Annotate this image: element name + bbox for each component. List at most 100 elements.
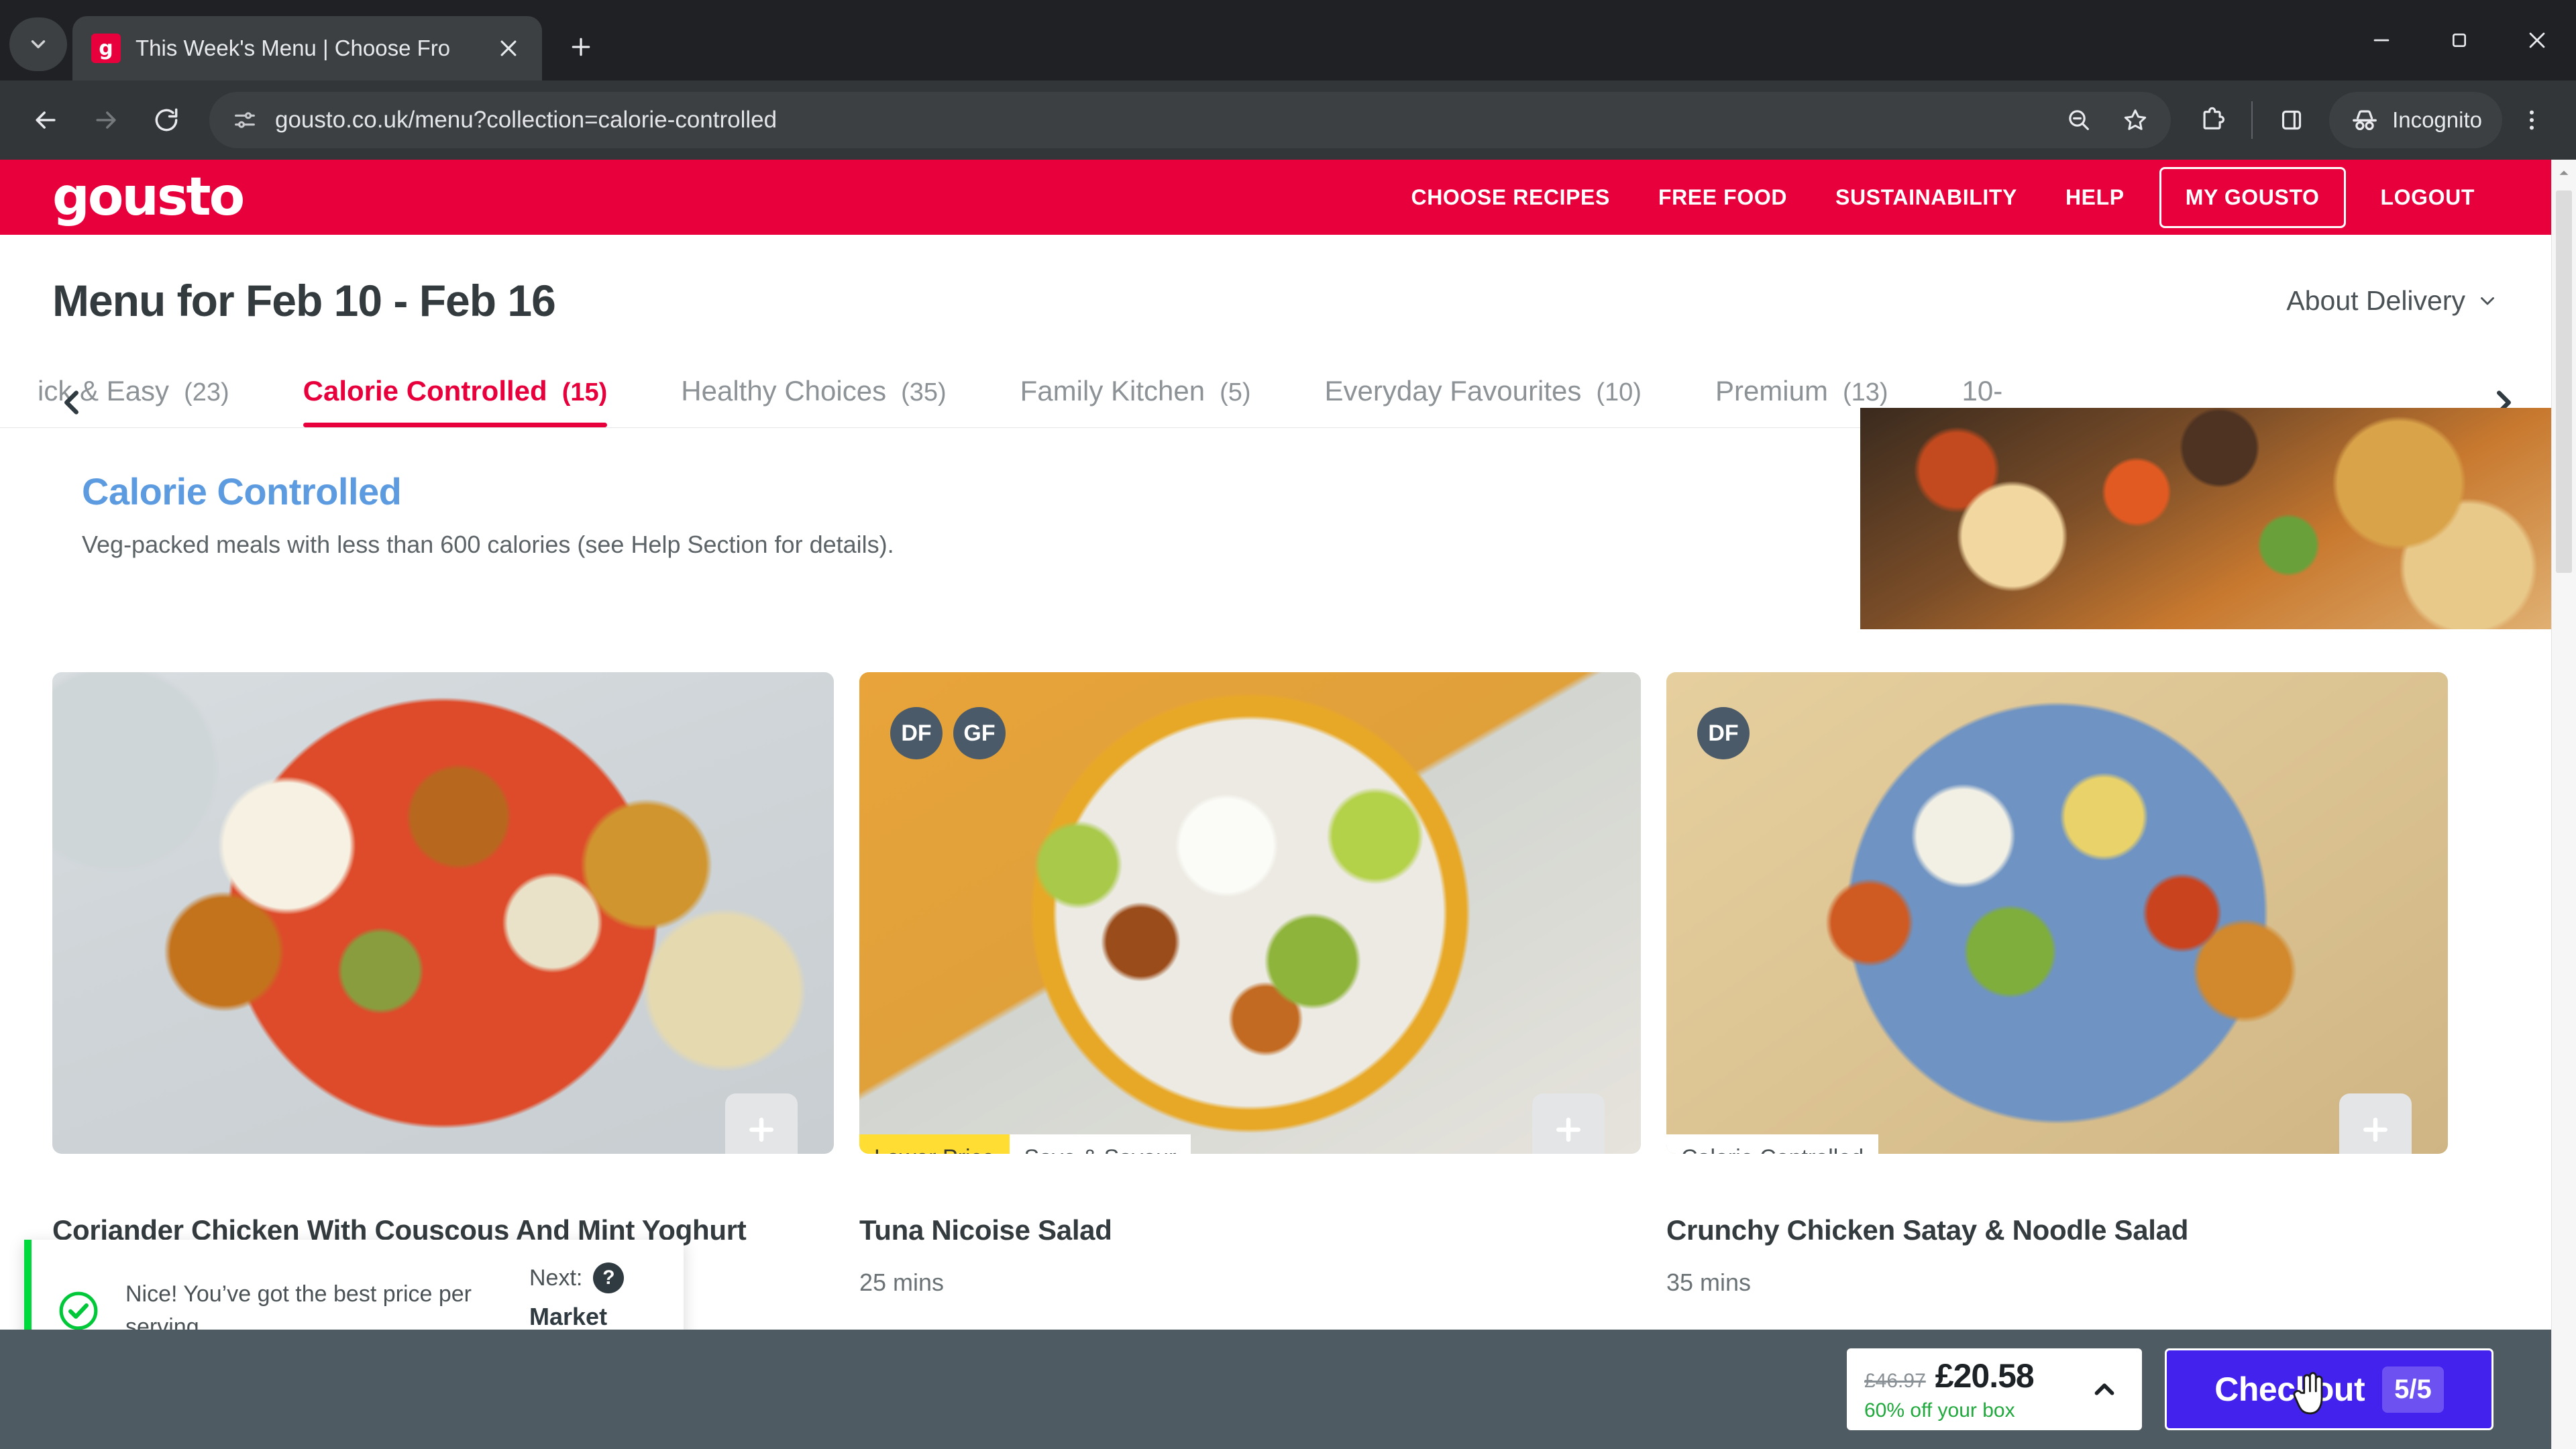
recipe-cook-time: 25 mins [859,1268,945,1296]
address-bar[interactable]: gousto.co.uk/menu?collection=calorie-con… [209,92,2171,148]
tab-close-button[interactable] [488,28,529,68]
close-icon [500,40,517,56]
site-header: gousto CHOOSE RECIPES FREE FOOD SUSTAINA… [0,160,2551,235]
incognito-profile-chip[interactable]: Incognito [2329,92,2502,148]
add-recipe-button[interactable] [1532,1093,1605,1154]
zoom-out-icon[interactable] [2054,95,2104,145]
browser-window: g This Week's Menu | Choose Fro gousto.c… [0,0,2576,1449]
chevron-down-icon [2481,297,2494,305]
tab-label: Healthy Choices [681,375,887,407]
recipe-image[interactable]: DF Calorie Controlled [1666,672,2448,1154]
diet-badge-df: DF [890,707,943,759]
page-title: Menu for Feb 10 - Feb 16 [52,276,556,325]
add-recipe-button[interactable] [2339,1093,2412,1154]
tab-label: 10- [1962,375,2003,407]
price-original: £46.97 [1864,1370,1926,1392]
recipe-title: Tuna Nicoise Salad [859,1214,1112,1246]
tab-label: Family Kitchen [1020,375,1205,407]
address-bar-actions [2054,95,2160,145]
plus-icon [749,1118,773,1142]
nav-help[interactable]: HELP [2041,185,2149,210]
tune-icon [235,112,255,128]
recipe-card[interactable]: Coriander Chicken With Couscous And Mint… [52,672,834,1297]
window-minimize-button[interactable] [2343,0,2420,80]
menu-title-row: Menu for Feb 10 - Feb 16 About Delivery [0,235,2551,326]
close-icon [2529,32,2545,48]
incognito-label: Incognito [2392,107,2482,132]
tab-label: Premium [1715,375,1828,407]
reload-button[interactable] [138,92,195,148]
maximize-icon [2453,34,2466,47]
collection-hero-image [1860,408,2551,629]
window-maximize-button[interactable] [2420,0,2498,80]
scrollbar-thumb[interactable] [2556,191,2572,573]
favicon-gousto: g [91,34,121,63]
nav-sustainability[interactable]: SUSTAINABILITY [1811,185,2041,210]
chevron-left-icon [64,390,78,415]
recipe-grid: Coriander Chicken With Couscous And Mint… [0,672,2551,1297]
gousto-logo[interactable]: gousto [52,171,245,223]
nav-free-food[interactable]: FREE FOOD [1634,185,1811,210]
about-delivery-label: About Delivery [2286,284,2465,316]
tab-search-button[interactable] [9,17,67,71]
gousto-menu-page: gousto CHOOSE RECIPES FREE FOOD SUSTAINA… [0,160,2551,1449]
chrome-menu-icon[interactable] [2505,93,2559,147]
nav-choose-recipes[interactable]: CHOOSE RECIPES [1387,185,1633,210]
tab-healthy-choices[interactable]: Healthy Choices (35) [681,375,946,427]
incognito-icon [2353,110,2377,131]
scroll-up-button[interactable] [2552,160,2576,186]
back-button[interactable] [17,92,74,148]
minimize-icon [2373,39,2390,42]
tab-title: This Week's Menu | Choose Fro [136,36,451,60]
page-scrollbar[interactable] [2551,160,2576,1449]
browser-tab[interactable]: g This Week's Menu | Choose Fro [72,16,542,80]
arrow-right-icon [96,111,116,129]
toolbar-divider [2251,101,2253,139]
bookmark-star-icon[interactable] [2110,95,2160,145]
site-settings-icon[interactable] [227,102,263,138]
tab-family-kitchen[interactable]: Family Kitchen (5) [1020,375,1251,427]
recipe-cook-time: 35 mins [1666,1268,1752,1296]
nav-my-gousto[interactable]: MY GOUSTO [2159,166,2346,228]
tab-calorie-controlled[interactable]: Calorie Controlled (15) [303,375,608,427]
browser-toolbar: gousto.co.uk/menu?collection=calorie-con… [0,80,2576,160]
discount-label: 60% off your box [1864,1399,2015,1421]
tab-everyday-favourites[interactable]: Everyday Favourites (10) [1325,375,1642,427]
side-panel-icon[interactable] [2265,93,2318,147]
price-summary-panel[interactable]: £46.97 £20.58 60% off your box [1847,1348,2142,1430]
recipe-image[interactable] [52,672,834,1154]
price-summary-text: £46.97 £20.58 60% off your box [1864,1356,2084,1422]
plus-icon [572,38,590,56]
tabs-scroll-left-button[interactable] [56,385,87,426]
extensions-icon[interactable] [2186,93,2239,147]
expand-basket-button[interactable] [2084,1374,2125,1405]
tab-count: (10) [1596,378,1642,407]
plus-icon [2363,1118,2387,1142]
window-close-button[interactable] [2498,0,2576,80]
new-tab-button[interactable] [557,23,605,71]
forward-button[interactable] [78,92,134,148]
toolbar-right-actions: Incognito [2186,92,2559,148]
tab-count: (23) [184,378,229,407]
primary-nav: CHOOSE RECIPES FREE FOOD SUSTAINABILITY … [1387,166,2499,228]
about-delivery-dropdown[interactable]: About Delivery [2286,285,2499,317]
chevron-up-icon [2559,170,2569,175]
question-mark-icon[interactable]: ? [593,1263,625,1293]
recipe-tag-group: Calorie Controlled [1666,1134,1879,1154]
add-recipe-button[interactable] [725,1093,798,1154]
recipe-image[interactable]: DF GF Lower Price Save & Savour [859,672,1641,1154]
recipe-card[interactable]: DF Calorie Controlled Crunchy Chicken Sa… [1666,672,2448,1297]
tab-count: (13) [1842,378,1888,407]
window-controls [2343,0,2576,80]
checkout-button[interactable]: Checkout 5/5 [2165,1348,2493,1430]
diet-badge-gf: GF [953,707,1006,759]
chevron-down-icon [31,40,46,48]
tag-lower-price: Lower Price [859,1134,1010,1154]
check-circle-icon [32,1290,125,1332]
recipe-card[interactable]: DF GF Lower Price Save & Savour [859,672,1641,1297]
chevron-up-icon [2094,1383,2114,1395]
tab-count: (15) [561,378,608,407]
checkout-bar: £46.97 £20.58 60% off your box Checkout … [0,1330,2551,1449]
nav-logout[interactable]: LOGOUT [2357,185,2499,210]
recipe-title: Crunchy Chicken Satay & Noodle Salad [1666,1214,2189,1246]
